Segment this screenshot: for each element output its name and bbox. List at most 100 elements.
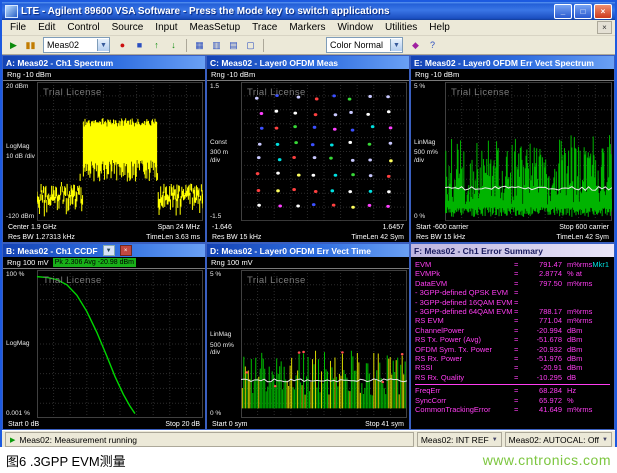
reference-status[interactable]: Meas02: INT REF ▼ xyxy=(417,432,502,447)
menu-meassetup[interactable]: MeasSetup xyxy=(184,22,247,33)
panel-e-header[interactable]: E: Meas02 - Layer0 OFDM Err Vect Spectru… xyxy=(411,56,614,69)
summary-row-value: -20.91 xyxy=(524,363,562,372)
trace-close-icon[interactable]: × xyxy=(120,245,132,256)
err-vect-spectrum-plot[interactable]: Trial License xyxy=(444,81,614,222)
layout-single-icon[interactable]: ▢ xyxy=(242,38,259,53)
panel-ofdm-constellation: C: Meas02 - Layer0 OFDM Meas Rng -10 dBm… xyxy=(206,55,410,243)
x-right-label: Stop 41 sym xyxy=(365,421,404,428)
menu-window[interactable]: Window xyxy=(331,22,379,33)
reference-status-text: Meas02: INT REF xyxy=(421,435,489,445)
menu-markers[interactable]: Markers xyxy=(283,22,331,33)
marker-icon[interactable]: ◆ xyxy=(407,38,424,53)
summary-row-equals: = xyxy=(514,396,524,405)
menu-source[interactable]: Source xyxy=(106,22,150,33)
y-scale-label: 500 m% /div xyxy=(414,149,443,164)
summary-row-equals: = xyxy=(514,298,524,307)
summary-row-label: - 3GPP-defined 64QAM EVM xyxy=(415,307,514,316)
ccdf-plot[interactable]: Trial License xyxy=(36,269,205,419)
y-format-label: Const xyxy=(210,139,239,147)
summary-row-unit: m%rms xyxy=(567,307,592,316)
menu-utilities[interactable]: Utilities xyxy=(379,22,423,33)
summary-row-value: 791.47 xyxy=(524,260,562,269)
toolbar-separator xyxy=(186,39,187,52)
y-format-label: LinMag xyxy=(210,331,239,339)
panel-c-title: C: Meas02 - Layer0 OFDM Meas xyxy=(210,58,338,68)
panel-a-y-axis: 20 dBm LogMag 10 dB /div -120 dBm xyxy=(3,81,36,222)
summary-row-value: 788.17 xyxy=(524,307,562,316)
summary-row-equals: = xyxy=(514,386,524,395)
panel-b-x-axis: Start 0 dB Stop 20 dB xyxy=(3,419,205,429)
summary-row-label: RS Rx. Power xyxy=(415,354,514,363)
figure-caption-text: 图6 .3GPP EVM测量 xyxy=(6,451,126,470)
panel-c-info: Res BW 15 kHz TimeLen 42 Sym xyxy=(207,232,409,242)
title-bar[interactable]: LTE - Agilent 89600 VSA Software - Press… xyxy=(2,2,615,20)
panel-err-vect-spectrum: E: Meas02 - Layer0 OFDM Err Vect Spectru… xyxy=(410,55,615,243)
measurement-status: ▶ Meas02: Measurement running xyxy=(5,432,414,447)
summary-row-equals: = xyxy=(514,345,524,354)
y-bottom-label: 0 % xyxy=(210,410,239,418)
autocal-status[interactable]: Meas02: AUTOCAL: Off ▼ xyxy=(505,432,612,447)
summary-row-value xyxy=(524,288,562,297)
summary-row-label: RS Tx. Power (Avg) xyxy=(415,335,514,344)
layout-stack-icon[interactable]: ▤ xyxy=(225,38,242,53)
color-select[interactable]: Color Normal ▼ xyxy=(326,37,403,53)
record-icon[interactable]: ● xyxy=(114,38,131,53)
toolbar-group-layout: ▦▥▤▢ xyxy=(191,38,259,53)
chevron-down-icon[interactable]: ▼ xyxy=(97,39,109,51)
chevron-down-icon[interactable]: ▼ xyxy=(602,437,608,443)
site-watermark: www.cntronics.com xyxy=(483,452,611,468)
y-scale-label: 300 m /div xyxy=(210,149,239,164)
menu-file[interactable]: File xyxy=(4,22,32,33)
meas-select[interactable]: Meas02 ▼ xyxy=(43,37,110,53)
panel-d-header[interactable]: D: Meas02 - Layer0 OFDM Err Vect Time xyxy=(207,244,409,257)
panel-e-x-axis: Start -600 carrier Stop 600 carrier xyxy=(411,222,614,232)
y-top-label: 100 % xyxy=(6,271,35,279)
panel-c-header[interactable]: C: Meas02 - Layer0 OFDM Meas xyxy=(207,56,409,69)
resbw-label: Res BW 15 kHz xyxy=(212,234,261,241)
restart-icon[interactable]: ▶ xyxy=(5,38,22,53)
up-arrow-icon[interactable]: ↑ xyxy=(148,38,165,53)
panel-b-header[interactable]: B: Meas02 - Ch1 CCDF ▼ × xyxy=(3,244,205,257)
close-icon[interactable]: × xyxy=(594,4,612,19)
spectrum-plot[interactable]: Trial License xyxy=(36,81,205,222)
help-icon[interactable]: ? xyxy=(424,38,441,53)
summary-row-equals: = xyxy=(514,307,524,316)
menu-edit[interactable]: Edit xyxy=(32,22,61,33)
trace-menu-icon[interactable]: ▼ xyxy=(103,245,115,256)
pause-icon[interactable]: ▮▮ xyxy=(22,38,39,53)
window-title: LTE - Agilent 89600 VSA Software - Press… xyxy=(21,6,551,17)
panel-a-header[interactable]: A: Meas02 - Ch1 Spectrum xyxy=(3,56,205,69)
down-arrow-icon[interactable]: ↓ xyxy=(165,38,182,53)
panel-d-y-axis: 5 % LinMag 500 m% /div 0 % xyxy=(207,269,240,419)
menu-help[interactable]: Help xyxy=(423,22,456,33)
error-summary-row: RS EVM=771.04m%rms xyxy=(415,316,610,325)
chevron-down-icon[interactable]: ▼ xyxy=(492,437,498,443)
y-top-label: 20 dBm xyxy=(6,83,35,91)
panel-f-header[interactable]: F: Meas02 - Ch1 Error Summary xyxy=(411,244,614,257)
menu-input[interactable]: Input xyxy=(149,22,183,33)
error-summary-row: - 3GPP-defined 16QAM EVM= xyxy=(415,298,610,307)
summary-row-unit: dBm xyxy=(567,326,582,335)
layout-split-icon[interactable]: ▥ xyxy=(208,38,225,53)
constellation-plot[interactable]: Trial License xyxy=(240,81,409,222)
layout-grid-icon[interactable]: ▦ xyxy=(191,38,208,53)
error-summary-table[interactable]: Mkr1 EVM=791.47m%rmsEVMPk=2.8774% atData… xyxy=(411,257,614,429)
x-left-label: Start -600 carrier xyxy=(416,224,469,231)
summary-row-value: 41.649 xyxy=(524,405,562,414)
menu-trace[interactable]: Trace xyxy=(246,22,283,33)
stop-icon[interactable]: ■ xyxy=(131,38,148,53)
err-vect-time-plot[interactable]: Trial License xyxy=(240,269,409,419)
menu-control[interactable]: Control xyxy=(61,22,105,33)
y-bottom-label: 0.001 % xyxy=(6,410,35,418)
panel-c-range: Rng -10 dBm xyxy=(207,69,409,81)
y-top-label: 5 % xyxy=(414,83,443,91)
summary-row-label: SyncCorr xyxy=(415,396,514,405)
child-close-icon[interactable]: × xyxy=(597,21,612,34)
maximize-icon[interactable]: □ xyxy=(574,4,592,19)
running-indicator-icon: ▶ xyxy=(10,436,15,444)
panel-b-title: B: Meas02 - Ch1 CCDF xyxy=(6,246,98,256)
chevron-down-icon[interactable]: ▼ xyxy=(390,39,402,51)
summary-row-value: 797.50 xyxy=(524,279,562,288)
minimize-icon[interactable]: _ xyxy=(554,4,572,19)
y-format-label: LogMag xyxy=(6,340,35,348)
